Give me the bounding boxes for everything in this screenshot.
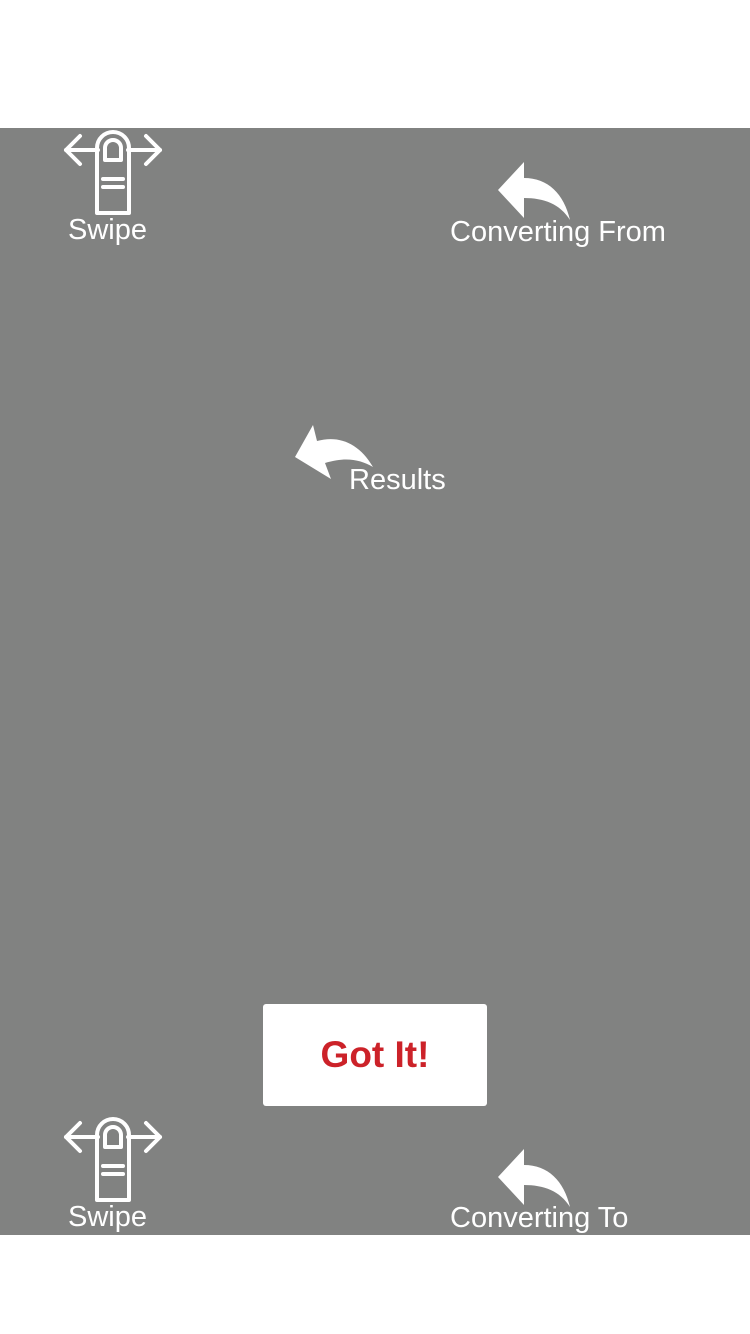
swipe-top-label: Swipe <box>68 214 147 246</box>
swipe-bottom-label: Swipe <box>68 1201 147 1233</box>
bottom-bar <box>0 1235 750 1334</box>
swipe-gesture-icon <box>64 130 162 215</box>
got-it-button[interactable]: Got It! <box>263 1004 487 1106</box>
converting-to-label: Converting To <box>450 1202 629 1234</box>
curved-arrow-icon <box>498 162 570 220</box>
results-label: Results <box>349 464 446 496</box>
converting-from-label: Converting From <box>450 216 666 248</box>
swipe-gesture-icon <box>64 1117 162 1202</box>
top-bar <box>0 0 750 128</box>
